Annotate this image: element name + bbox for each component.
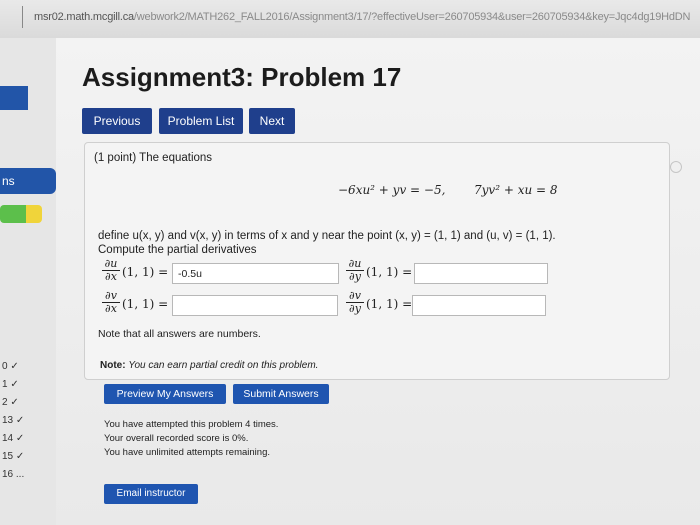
url-host: msr02.math.mcgill.ca: [34, 11, 134, 23]
point-label: (1, 1) =: [366, 297, 413, 311]
page-title: Assignment3: Problem 17: [82, 62, 402, 92]
fraction-du-dx: ∂u ∂x: [102, 258, 120, 283]
answer-dv-dy-input[interactable]: [412, 295, 546, 316]
problem-link[interactable]: 2 ✓: [2, 394, 24, 412]
answer-du-dx-input[interactable]: -0.5u: [172, 263, 339, 284]
main-content: Assignment3: Problem 17 Previous Problem…: [56, 38, 700, 525]
fraction-denominator: ∂y: [349, 270, 361, 283]
email-instructor-button[interactable]: Email instructor: [104, 484, 198, 504]
sidebar-header-bar: [0, 86, 28, 110]
answer-du-dy-input[interactable]: [414, 263, 548, 284]
fraction-denominator: ∂x: [105, 270, 117, 283]
compute-text: Compute the partial derivatives: [98, 244, 257, 256]
score-text: Your overall recorded score is 0%.: [104, 433, 249, 444]
problem-link[interactable]: 14 ✓: [2, 430, 24, 448]
browser-url-bar[interactable]: msr02.math.mcgill.ca/webwork2/MATH262_FA…: [0, 0, 700, 39]
problem-list: 0 ✓ 1 ✓ 2 ✓ 13 ✓ 14 ✓ 15 ✓ 16 ...: [2, 358, 24, 484]
fraction-du-dy: ∂u ∂y: [346, 258, 364, 283]
problem-list-button[interactable]: Problem List: [159, 108, 243, 134]
define-text: define u(x, y) and v(x, y) in terms of x…: [98, 230, 556, 242]
point-label: (1, 1) =: [122, 297, 169, 311]
point-label: (1, 1) =: [366, 265, 413, 279]
problem-link[interactable]: 15 ✓: [2, 448, 24, 466]
answer-dv-dx-input[interactable]: [172, 295, 338, 316]
problem-link[interactable]: 13 ✓: [2, 412, 24, 430]
fraction-dv-dx: ∂v ∂x: [102, 290, 120, 315]
attempts-text: You have attempted this problem 4 times.: [104, 419, 279, 430]
fraction-denominator: ∂x: [105, 302, 117, 315]
previous-button[interactable]: Previous: [82, 108, 152, 134]
partial-credit-text: You can earn partial credit on this prob…: [128, 360, 319, 371]
url-bar-divider: [22, 6, 23, 28]
partial-credit-label: Note:: [100, 360, 126, 371]
problem-link[interactable]: 16 ...: [2, 466, 24, 484]
remaining-text: You have unlimited attempts remaining.: [104, 447, 270, 458]
problem-link[interactable]: 1 ✓: [2, 376, 24, 394]
partial-credit-note: Note: You can earn partial credit on thi…: [100, 360, 318, 371]
point-label: (1, 1) =: [122, 265, 169, 279]
problem-points: (1 point) The equations: [94, 152, 213, 164]
next-button[interactable]: Next: [249, 108, 295, 134]
url-text[interactable]: msr02.math.mcgill.ca/webwork2/MATH262_FA…: [34, 11, 690, 23]
sidebar-tab-label: ns: [2, 174, 15, 188]
answers-note: Note that all answers are numbers.: [98, 328, 261, 340]
problem-card: [84, 142, 670, 380]
sidebar-tab[interactable]: ns: [0, 168, 56, 194]
problem-link[interactable]: 0 ✓: [2, 358, 24, 376]
attempt-status: You have attempted this problem 4 times.…: [104, 418, 278, 460]
equation-1: −6xu² + yv = −5,: [338, 183, 446, 197]
equation-2: 7yv² + xu = 8: [474, 183, 558, 197]
progress-indicator: [0, 205, 42, 223]
fraction-denominator: ∂y: [349, 302, 361, 315]
preview-answers-button[interactable]: Preview My Answers: [104, 384, 226, 404]
url-path: /webwork2/MATH262_FALL2016/Assignment3/1…: [133, 11, 691, 23]
circle-icon: [670, 161, 682, 173]
fraction-dv-dy: ∂v ∂y: [346, 290, 364, 315]
submit-answers-button[interactable]: Submit Answers: [233, 384, 329, 404]
